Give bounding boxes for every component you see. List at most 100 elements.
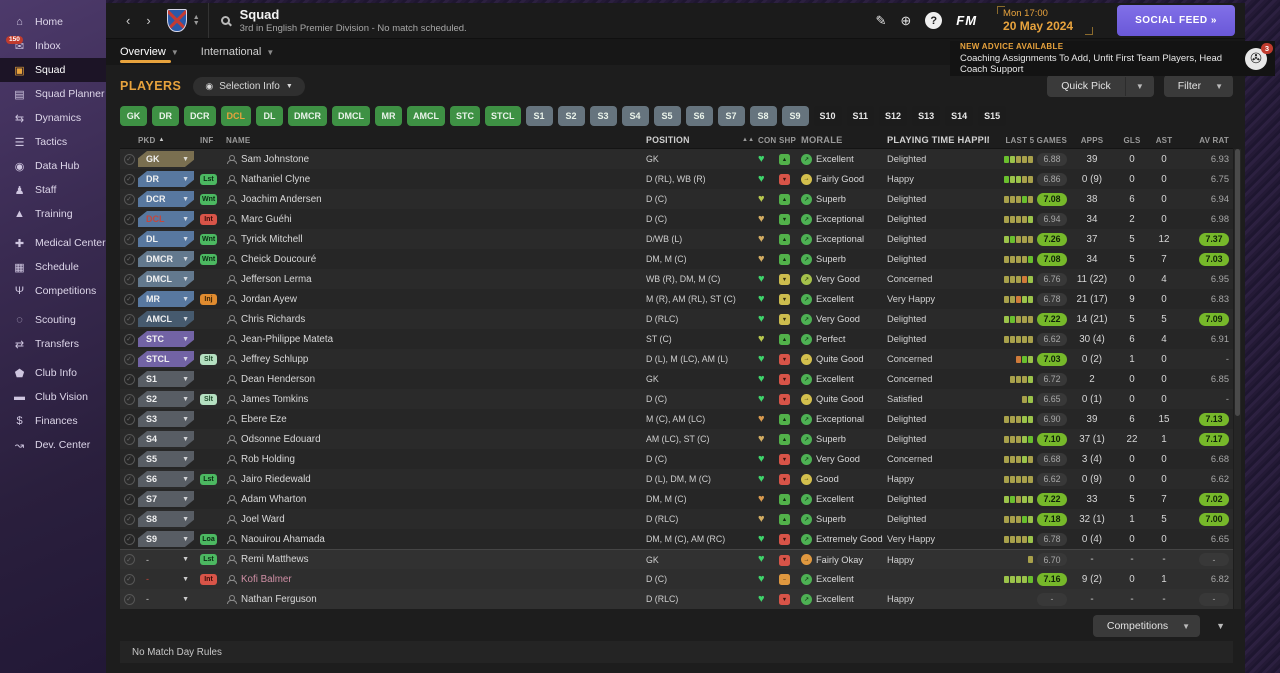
chevron-down-icon[interactable]: ▼ xyxy=(182,196,189,203)
check-circle-icon[interactable]: ✓ xyxy=(123,493,135,505)
check-circle-icon[interactable]: ✓ xyxy=(123,593,135,605)
chevron-down-icon[interactable]: ▼ xyxy=(182,596,189,603)
player-name[interactable]: Nathaniel Clyne xyxy=(241,174,310,185)
check-circle-icon[interactable]: ✓ xyxy=(123,293,135,305)
selection-info-dropdown[interactable]: ◉ Selection Info ▼ xyxy=(193,76,305,96)
inf-badge-slt[interactable]: Slt xyxy=(200,393,217,405)
position-filter-dr[interactable]: DR xyxy=(152,106,179,126)
position-filter-s1[interactable]: S1 xyxy=(525,106,553,126)
pkd-badge[interactable]: DL ▼ xyxy=(138,231,194,247)
inf-badge-loa[interactable]: Loa xyxy=(200,533,217,545)
sidebar-item-dynamics[interactable]: ⇆ Dynamics xyxy=(0,106,106,130)
pkd-badge[interactable]: GK ▼ xyxy=(138,151,194,167)
name-cell[interactable]: Joel Ward xyxy=(226,514,646,525)
position-filter-s2[interactable]: S2 xyxy=(557,106,585,126)
check-circle-icon[interactable]: ✓ xyxy=(123,333,135,345)
check-circle-icon[interactable]: ✓ xyxy=(123,173,135,185)
player-row[interactable]: ✓ S8 ▼ Joel Ward D (RLC) ♥ ▲ ↗ Superb Delighted 7.… xyxy=(120,509,1233,529)
sidebar-item-dev-center[interactable]: ↝ Dev. Center xyxy=(0,433,106,457)
inf-badge-wnt[interactable]: Wnt xyxy=(200,193,218,205)
pkd-badge[interactable]: S1 ▼ xyxy=(138,371,194,387)
check-circle-icon[interactable]: ✓ xyxy=(123,213,135,225)
player-row[interactable]: ✓ AMCL ▼ Chris Richards D (RLC) ♥ ▼ ↗ Very Good D… xyxy=(120,309,1233,329)
player-row[interactable]: ✓ DMCR ▼ Wnt Cheick Doucouré DM, M (C) ♥ ▲ ↗ Supe… xyxy=(120,249,1233,269)
inf-badge-lst[interactable]: Lst xyxy=(200,554,217,565)
player-row[interactable]: ✓ DCR ▼ Wnt Joachim Andersen D (C) ♥ ▲ ↗ Superb De… xyxy=(120,189,1233,209)
player-row[interactable]: ✓ - ▼ Nathan Ferguson D (RLC) ♥ ▼ ↗ Excellent Hap… xyxy=(120,589,1233,609)
player-name[interactable]: Joachim Andersen xyxy=(241,194,322,205)
check-circle-icon[interactable]: ✓ xyxy=(123,573,135,585)
player-name[interactable]: Naouirou Ahamada xyxy=(241,534,325,545)
check-circle-icon[interactable]: ✓ xyxy=(123,273,135,285)
position-filter-dcr[interactable]: DCR xyxy=(184,106,216,126)
sidebar-item-staff[interactable]: ♟ Staff xyxy=(0,178,106,202)
player-name[interactable]: Marc Guéhi xyxy=(241,214,292,225)
name-cell[interactable]: Jeffrey Schlupp xyxy=(226,354,646,365)
check-circle-icon[interactable]: ✓ xyxy=(123,153,135,165)
inf-badge-lst[interactable]: Lst xyxy=(200,173,217,185)
player-row[interactable]: ✓ DCL ▼ Int Marc Guéhi D (C) ♥ ▼ ↗ Exceptional Del… xyxy=(120,209,1233,229)
chevron-down-icon[interactable]: ▼ xyxy=(182,316,189,323)
player-row[interactable]: ✓ S2 ▼ Slt James Tomkins D (C) ♥ ▼ → Quite Good Sa… xyxy=(120,389,1233,409)
chevron-down-icon[interactable]: ▼ xyxy=(182,396,189,403)
player-name[interactable]: Nathan Ferguson xyxy=(241,594,317,605)
chevron-down-icon[interactable]: ▼ xyxy=(182,256,189,263)
name-cell[interactable]: Kofi Balmer xyxy=(226,574,646,585)
player-name[interactable]: Ebere Eze xyxy=(241,414,287,425)
name-cell[interactable]: Jordan Ayew xyxy=(226,294,646,305)
header-name[interactable]: NAME xyxy=(226,136,646,145)
search-icon[interactable] xyxy=(220,16,230,26)
position-filter-dl[interactable]: DL xyxy=(256,106,283,126)
pkd-badge[interactable]: DR ▼ xyxy=(138,171,194,187)
club-switcher[interactable]: ▲ ▼ xyxy=(193,14,200,27)
chevron-down-icon[interactable]: ▼ xyxy=(182,576,189,583)
header-condition[interactable]: CON xyxy=(758,136,779,145)
chevron-down-icon[interactable]: ▼ xyxy=(182,436,189,443)
player-name[interactable]: Jean-Philippe Mateta xyxy=(241,334,333,345)
name-cell[interactable]: Tyrick Mitchell xyxy=(226,234,646,245)
filter-button[interactable]: Filter ▼ xyxy=(1163,75,1233,97)
position-filter-dmcr[interactable]: DMCR xyxy=(288,106,327,126)
social-feed-button[interactable]: SOCIAL FEED » xyxy=(1117,5,1235,37)
check-circle-icon[interactable]: ✓ xyxy=(123,313,135,325)
position-filter-s10[interactable]: S10 xyxy=(813,106,842,126)
header-pkd[interactable]: PKD ▲ xyxy=(138,136,200,145)
player-row[interactable]: ✓ S1 ▼ Dean Henderson GK ♥ ▼ ↗ Excellent Concerne… xyxy=(120,369,1233,389)
pkd-badge[interactable]: STC ▼ xyxy=(138,331,194,347)
chevron-down-icon[interactable]: ▼ xyxy=(182,356,189,363)
header-morale[interactable]: MORALE xyxy=(801,135,887,145)
position-filter-s9[interactable]: S9 xyxy=(781,106,809,126)
header-ast[interactable]: AST xyxy=(1147,136,1181,145)
inf-badge-lst[interactable]: Lst xyxy=(200,473,217,485)
player-row[interactable]: ✓ S5 ▼ Rob Holding D (C) ♥ ▼ ↗ Very Good Concerne… xyxy=(120,449,1233,469)
chevron-down-icon[interactable]: ▼ xyxy=(182,476,189,483)
sidebar-item-transfers[interactable]: ⇄ Transfers xyxy=(0,332,106,356)
header-position[interactable]: POSITION xyxy=(646,135,742,145)
player-name[interactable]: Jordan Ayew xyxy=(241,294,297,305)
sidebar-item-home[interactable]: ⌂ Home xyxy=(0,10,106,34)
sidebar-item-club-vision[interactable]: ▬ Club Vision xyxy=(0,385,106,409)
position-filter-amcl[interactable]: AMCL xyxy=(407,106,445,126)
pkd-badge[interactable]: - ▼ xyxy=(138,552,194,568)
name-cell[interactable]: Naouirou Ahamada xyxy=(226,534,646,545)
position-filter-gk[interactable]: GK xyxy=(120,106,147,126)
chevron-down-icon[interactable]: ▼ xyxy=(182,176,189,183)
name-cell[interactable]: Marc Guéhi xyxy=(226,214,646,225)
header-sharpness[interactable]: SHP xyxy=(779,136,801,145)
chevron-down-icon[interactable]: ▼ xyxy=(182,556,189,563)
forward-button[interactable]: › xyxy=(138,13,158,28)
player-name[interactable]: Jeffrey Schlupp xyxy=(241,354,308,365)
chevron-down-icon[interactable]: ▼ xyxy=(182,456,189,463)
chevron-down-icon[interactable]: ▼ xyxy=(1215,77,1233,96)
player-name[interactable]: James Tomkins xyxy=(241,394,308,405)
pkd-badge[interactable]: DCL ▼ xyxy=(138,211,194,227)
position-filter-s8[interactable]: S8 xyxy=(749,106,777,126)
chevron-down-icon[interactable]: ▼ xyxy=(182,156,189,163)
position-filter-s13[interactable]: S13 xyxy=(912,106,941,126)
player-row[interactable]: ✓ GK ▼ Sam Johnstone GK ♥ ▲ ↗ Excellent Delighted… xyxy=(120,149,1233,169)
table-scrollbar[interactable] xyxy=(1234,149,1241,609)
sidebar-item-squad[interactable]: ▣ Squad xyxy=(0,58,106,82)
name-cell[interactable]: Chris Richards xyxy=(226,314,646,325)
check-circle-icon[interactable]: ✓ xyxy=(123,473,135,485)
sidebar-item-club-info[interactable]: ⬟ Club Info xyxy=(0,361,106,385)
